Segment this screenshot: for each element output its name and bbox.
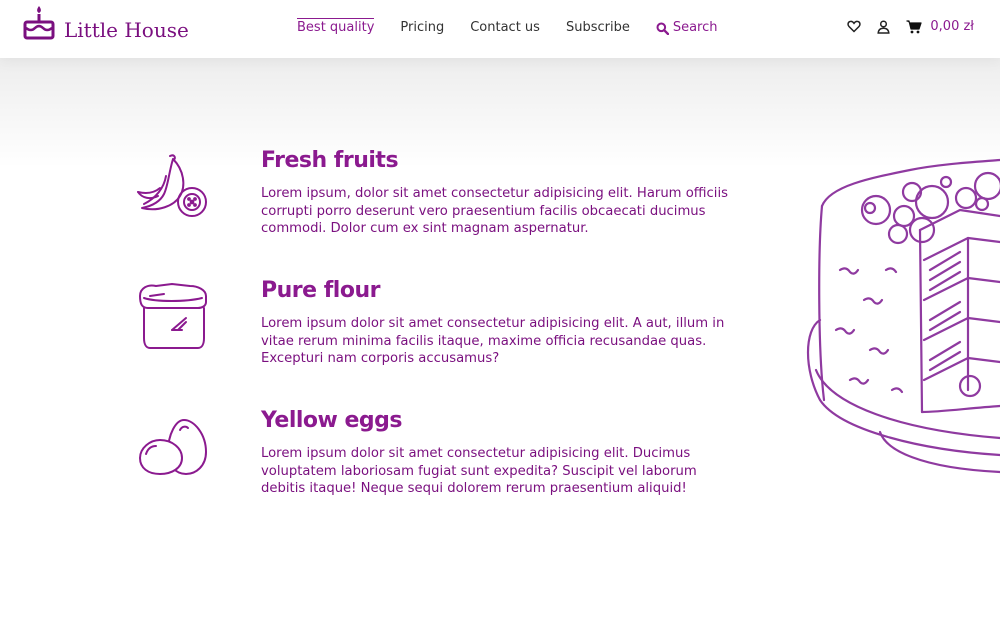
logo-link[interactable]: Little House xyxy=(22,2,189,42)
feature-title: Yellow eggs xyxy=(261,408,403,433)
nav-item-subscribe[interactable]: Subscribe xyxy=(566,18,630,38)
search-label: Search xyxy=(672,20,718,35)
feature-title: Fresh fruits xyxy=(261,148,399,173)
brand-name: Little House xyxy=(64,18,189,42)
nav-item-best-quality[interactable]: Best quality xyxy=(297,18,375,38)
cart-button[interactable]: 0,00 zł xyxy=(906,19,974,34)
search-link[interactable]: Search xyxy=(656,18,718,38)
flour-sack-icon xyxy=(139,283,207,349)
nav-item-contact-us[interactable]: Contact us xyxy=(470,18,540,38)
search-icon xyxy=(656,22,669,35)
account-button[interactable] xyxy=(877,19,891,34)
cake-logo-icon xyxy=(23,6,55,40)
eggs-icon xyxy=(139,419,207,475)
main-nav: Best quality Pricing Contact us Subscrib… xyxy=(297,18,744,38)
banana-fruit-icon xyxy=(137,154,207,217)
cart-total: 0,00 zł xyxy=(930,19,974,34)
header-actions: 0,00 zł xyxy=(831,19,974,34)
feature-title: Pure flour xyxy=(261,278,380,303)
cart-icon xyxy=(906,19,922,33)
user-icon xyxy=(877,19,891,34)
feature-description: Lorem ipsum, dolor sit amet consectetur … xyxy=(261,186,728,236)
feature-description: Lorem ipsum dolor sit amet consectetur a… xyxy=(261,316,725,366)
wishlist-button[interactable] xyxy=(847,20,862,33)
heart-icon xyxy=(847,20,862,33)
feature-description: Lorem ipsum dolor sit amet consectetur a… xyxy=(261,446,697,496)
cake-illustration xyxy=(806,158,1000,474)
nav-item-pricing[interactable]: Pricing xyxy=(400,18,444,38)
site-header: Little House Best quality Pricing Contac… xyxy=(0,0,1000,58)
